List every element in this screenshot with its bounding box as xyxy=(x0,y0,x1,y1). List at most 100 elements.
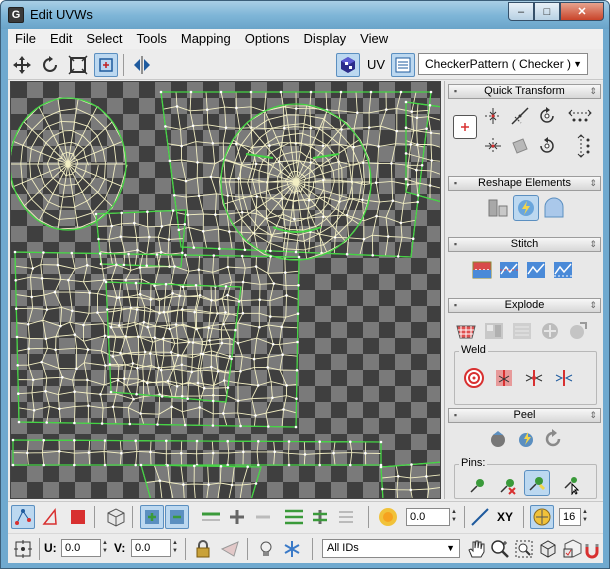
reset-peel-icon[interactable] xyxy=(541,426,567,452)
space-horizontal-icon[interactable] xyxy=(567,103,593,129)
face-mode-icon[interactable] xyxy=(66,505,90,529)
align-horizontal-icon[interactable] xyxy=(480,103,506,129)
close-button[interactable]: ✕ xyxy=(560,2,604,21)
rotate-minus-90-icon[interactable] xyxy=(534,133,560,159)
minimize-button[interactable]: – xyxy=(508,2,534,21)
maximize-button[interactable]: □ xyxy=(534,2,560,21)
spinner-icon[interactable]: ▲ ▼ xyxy=(450,508,458,526)
texture-dropdown[interactable]: CheckerPattern ( Checker ) ▼ xyxy=(418,53,588,75)
select-element-icon[interactable] xyxy=(104,505,128,529)
quick-peel-icon[interactable] xyxy=(485,426,511,452)
straighten-selection-icon[interactable] xyxy=(485,195,511,221)
space-vertical-icon[interactable] xyxy=(571,133,597,159)
relax-icon[interactable] xyxy=(513,195,539,221)
ring-grow-icon[interactable] xyxy=(308,505,332,529)
detach-icon[interactable] xyxy=(565,318,591,344)
spinner-icon[interactable]: ▲ ▼ xyxy=(171,539,179,557)
soft-selection-icon[interactable] xyxy=(376,505,400,529)
menu-display[interactable]: Display xyxy=(297,29,354,49)
ring-shrink-icon[interactable] xyxy=(334,505,358,529)
peel-header[interactable]: ▪ Peel ⇕ xyxy=(448,408,601,423)
align-straighten-icon[interactable] xyxy=(507,103,533,129)
torso-island-vertex xyxy=(100,422,104,425)
freeze-icon[interactable] xyxy=(280,537,304,561)
uv-viewport[interactable] xyxy=(10,81,441,499)
weld-target-icon[interactable] xyxy=(491,365,517,391)
pin-cursor-icon[interactable] xyxy=(559,472,585,498)
align-to-edge-icon[interactable] xyxy=(507,133,533,159)
pin-add-icon[interactable] xyxy=(465,472,491,498)
pin-remove-icon[interactable] xyxy=(495,472,521,498)
flatten-by-smoothing-icon[interactable] xyxy=(509,318,535,344)
pin-auto-icon[interactable] xyxy=(524,470,550,496)
magnet-icon[interactable] xyxy=(583,538,601,562)
stitch-average-icon[interactable] xyxy=(496,257,522,283)
stitch-to-target-icon[interactable] xyxy=(523,257,549,283)
grid-snap-icon[interactable] xyxy=(530,505,554,529)
weld-selected-icon[interactable] xyxy=(461,365,487,391)
break-by-polygon-groups-icon[interactable] xyxy=(453,318,479,344)
lightbulb-icon[interactable] xyxy=(254,537,278,561)
loop-shrink-icon[interactable] xyxy=(251,505,275,529)
uv-editor-canvas[interactable] xyxy=(11,82,441,499)
explode-header[interactable]: ▪ Explode ⇕ xyxy=(448,298,601,313)
reshape-elements-header[interactable]: ▪ Reshape Elements ⇕ xyxy=(448,176,601,191)
stitch-custom-icon[interactable] xyxy=(550,257,576,283)
rotate-angle-field[interactable]: 0.0 xyxy=(406,508,450,526)
uv-label[interactable]: UV xyxy=(367,57,385,72)
menu-file[interactable]: File xyxy=(8,29,43,49)
lock-icon[interactable] xyxy=(191,537,215,561)
menu-mapping[interactable]: Mapping xyxy=(174,29,238,49)
absolute-offset-icon[interactable] xyxy=(11,537,35,561)
grid-value-field[interactable]: 16 xyxy=(559,508,581,526)
stitch-to-source-icon[interactable] xyxy=(469,257,495,283)
zoom-icon[interactable] xyxy=(488,537,512,561)
flatten-icon[interactable] xyxy=(481,318,507,344)
corner-island-vertex xyxy=(381,487,384,491)
spinner-icon[interactable]: ▲ ▼ xyxy=(101,539,109,557)
options-icon[interactable] xyxy=(391,53,415,77)
xy-label[interactable]: XY xyxy=(497,510,513,524)
relax-settings-icon[interactable] xyxy=(541,195,567,221)
vertex-mode-icon[interactable] xyxy=(11,505,35,529)
weld-edges-icon[interactable] xyxy=(551,365,577,391)
hide-icon[interactable] xyxy=(219,537,243,561)
break-icon[interactable] xyxy=(537,318,563,344)
face-island-vertex xyxy=(228,230,231,233)
grow-selection-icon[interactable] xyxy=(140,505,164,529)
pan-icon[interactable] xyxy=(464,537,488,561)
align-vertical-icon[interactable] xyxy=(480,133,506,159)
mid-island-vertex xyxy=(224,311,227,314)
snap-icon[interactable] xyxy=(560,537,584,561)
menu-tools[interactable]: Tools xyxy=(130,29,174,49)
quick-transform-header[interactable]: ▪ Quick Transform ⇕ xyxy=(448,84,601,99)
u-coordinate-field[interactable]: 0.0 xyxy=(61,539,101,557)
loop-selection-icon[interactable] xyxy=(199,505,223,529)
rotate-plus-90-icon[interactable] xyxy=(534,103,560,129)
scale-icon[interactable] xyxy=(66,53,90,77)
spinner-icon[interactable]: ▲ ▼ xyxy=(581,508,589,526)
ring-selection-icon[interactable] xyxy=(282,505,306,529)
shrink-selection-icon[interactable] xyxy=(165,505,189,529)
show-map-icon[interactable] xyxy=(336,53,360,77)
rotate-icon[interactable] xyxy=(38,53,62,77)
v-coordinate-field[interactable]: 0.0 xyxy=(131,539,171,557)
edge-mode-icon[interactable] xyxy=(38,505,62,529)
weld-threshold-icon[interactable] xyxy=(521,365,547,391)
menu-options[interactable]: Options xyxy=(238,29,297,49)
pivot-icon[interactable] xyxy=(453,115,477,139)
menu-select[interactable]: Select xyxy=(79,29,129,49)
menu-view[interactable]: View xyxy=(353,29,395,49)
zoom-region-icon[interactable] xyxy=(512,537,536,561)
pelt-map-icon[interactable] xyxy=(513,426,539,452)
loop-grow-icon[interactable] xyxy=(225,505,249,529)
stitch-header[interactable]: ▪ Stitch ⇕ xyxy=(448,237,601,252)
title-bar[interactable]: G Edit UVWs – □ ✕ xyxy=(1,1,609,29)
menu-edit[interactable]: Edit xyxy=(43,29,79,49)
mirror-icon[interactable] xyxy=(130,53,154,77)
freeform-icon[interactable] xyxy=(94,53,118,77)
edge-distance-icon[interactable] xyxy=(468,505,492,529)
zoom-extents-icon[interactable] xyxy=(536,537,560,561)
move-icon[interactable] xyxy=(10,53,34,77)
material-ids-dropdown[interactable]: All IDs ▼ xyxy=(322,539,460,558)
